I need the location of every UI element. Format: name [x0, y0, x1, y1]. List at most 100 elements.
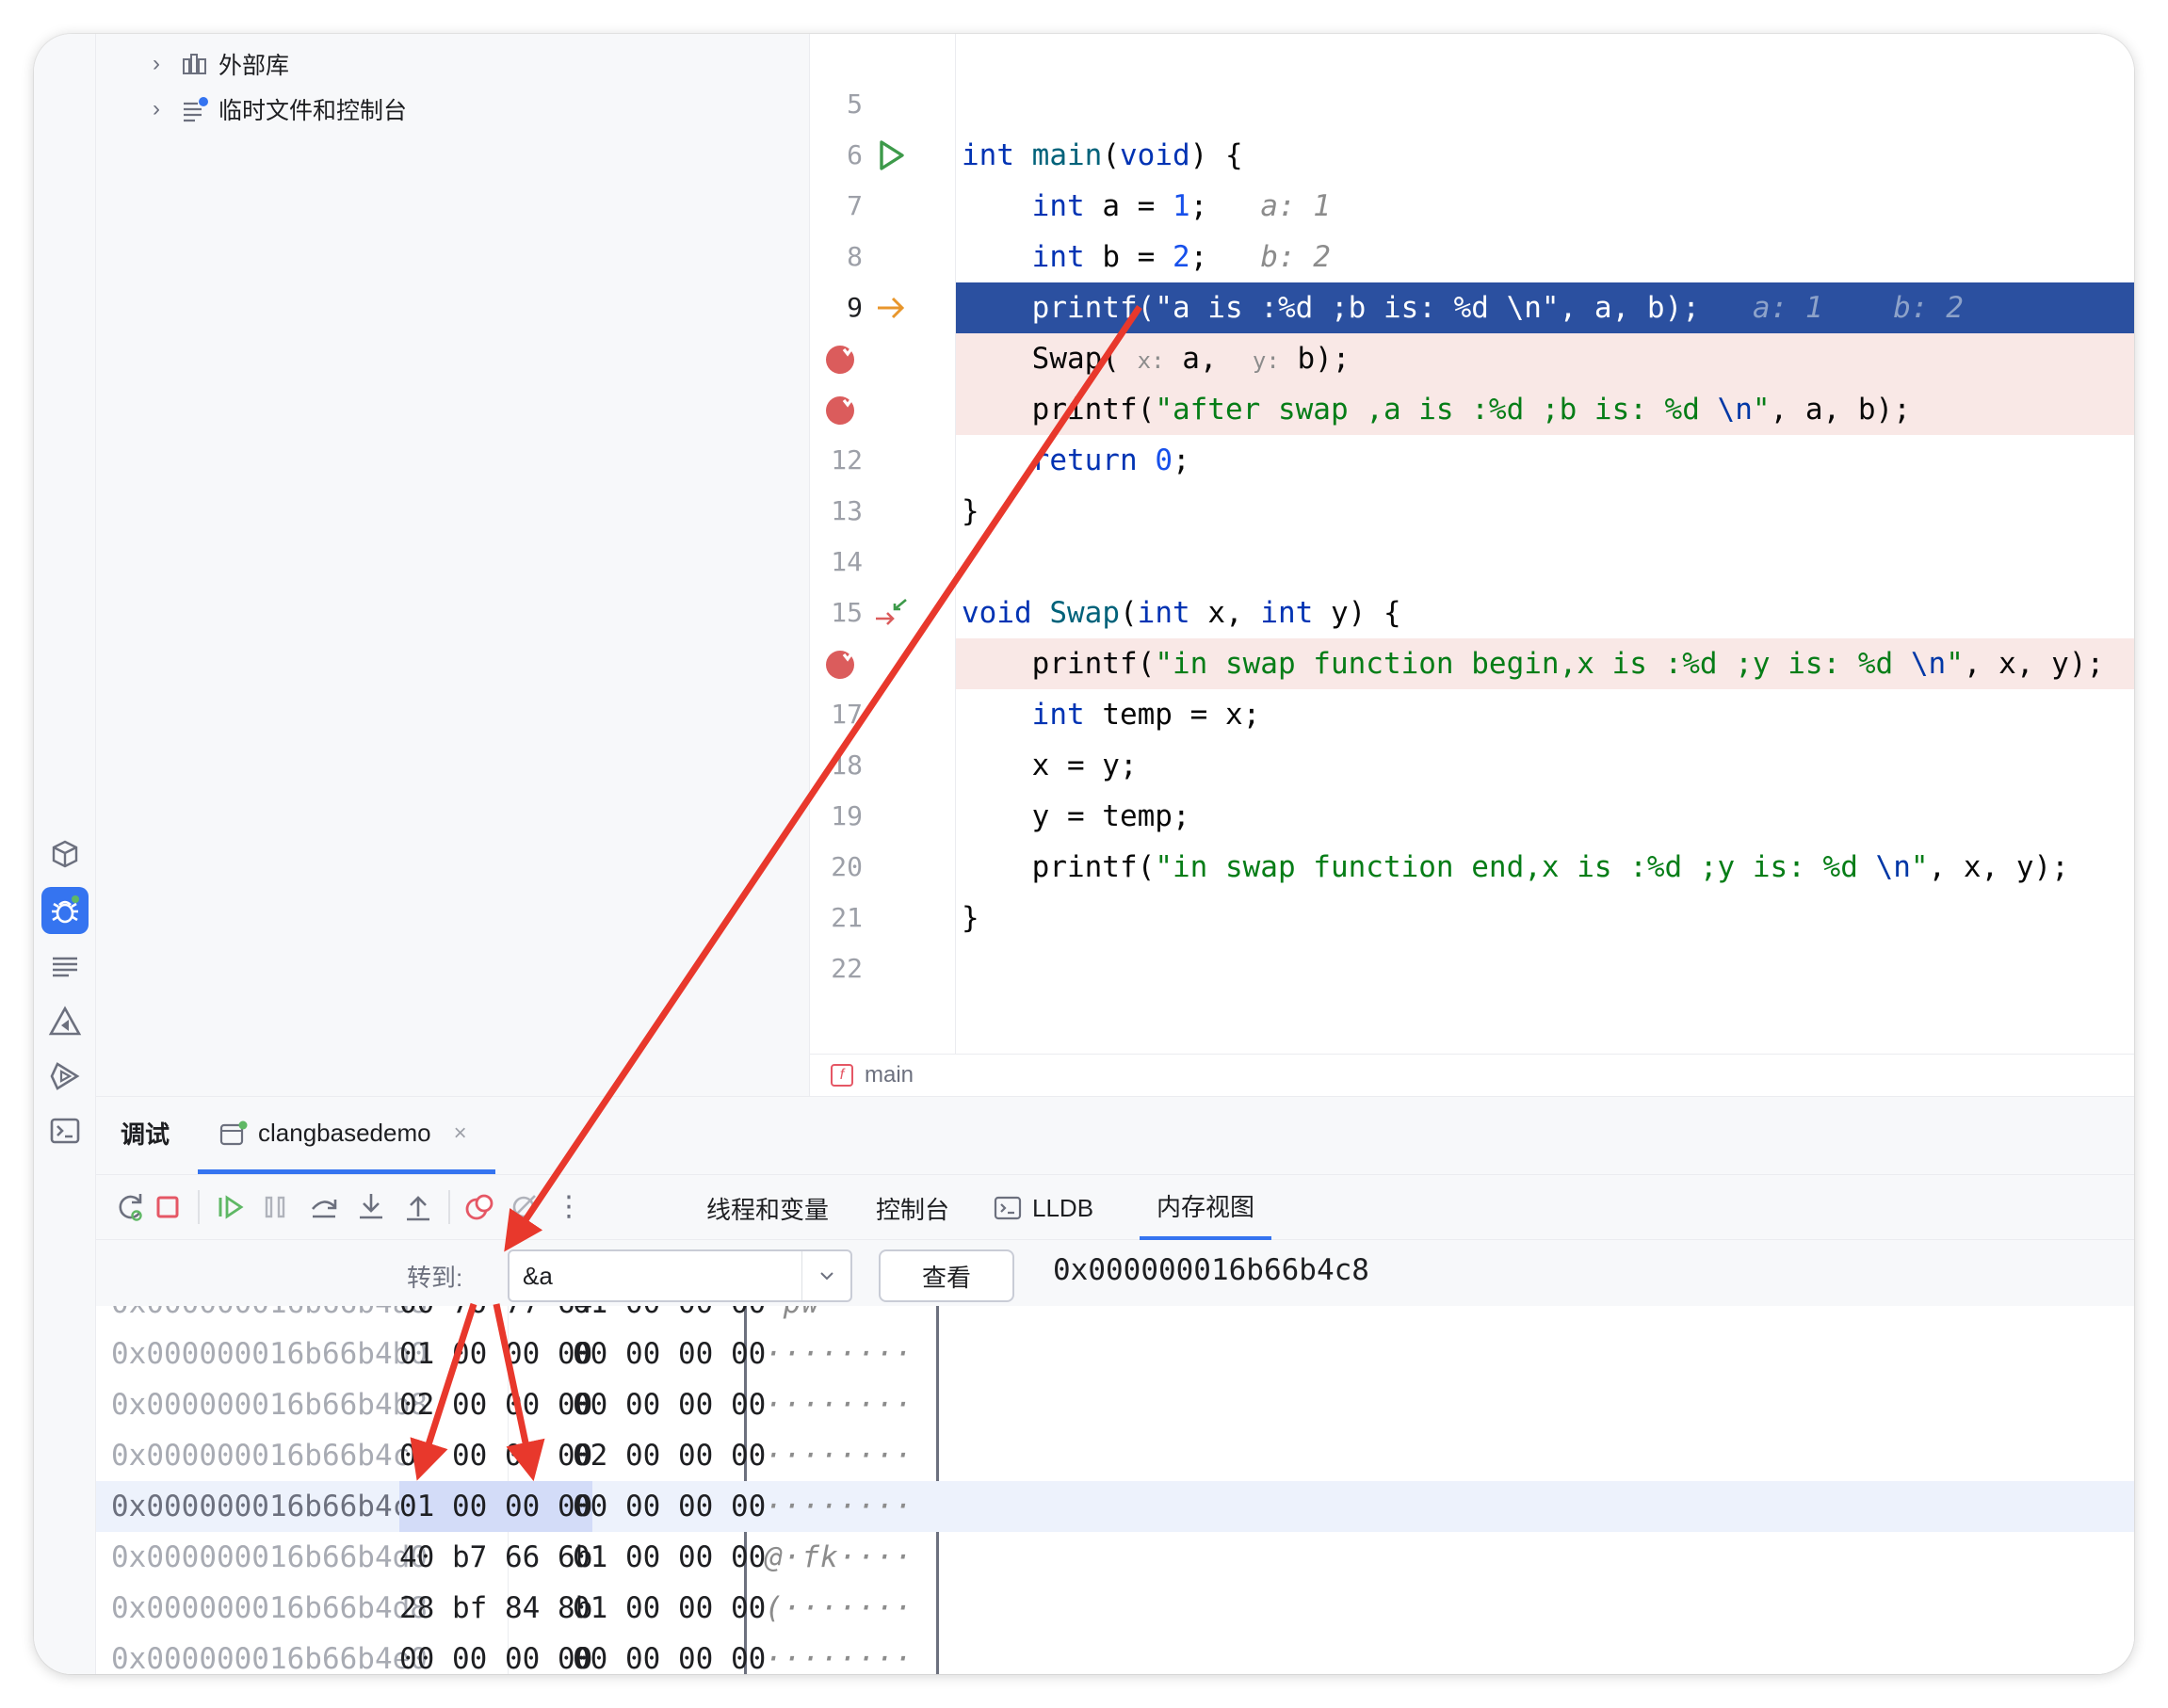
chevron-down-icon[interactable]: [801, 1251, 850, 1300]
code-line[interactable]: return 0;: [956, 435, 2134, 486]
code-token: main: [1031, 138, 1103, 172]
code-line[interactable]: void Swap(int x, int y) {: [956, 588, 2134, 638]
breadcrumb-function[interactable]: main: [865, 1062, 914, 1088]
tab-debug-session[interactable]: clangbasedemo ×: [198, 1097, 495, 1174]
code-editor[interactable]: int main(void) { int a = 1; a: 1 int b =…: [956, 34, 2134, 1054]
line-number: 6: [847, 139, 863, 170]
chevron-right-icon[interactable]: ›: [153, 51, 181, 77]
memory-row[interactable]: 0x000000016b66b4a800 70 77 6401 00 00 00…: [96, 1306, 2134, 1329]
tool-window-strip: [34, 34, 96, 1674]
memory-row[interactable]: 0x000000016b66b4d8 28 bf 84 8b 01 00 00 00…: [96, 1583, 2134, 1634]
code-line[interactable]: int b = 2; b: 2: [956, 232, 2134, 282]
memory-row[interactable]: 0x000000016b66b4c8 01 00 00 00 00 00 00 00…: [96, 1481, 2134, 1532]
rerun-icon[interactable]: [111, 1188, 149, 1226]
code-token: ) {: [1189, 138, 1243, 172]
editor-gutter[interactable]: 5 6 7 8 9 12 13 14 15 17 18 19 20 21 22: [810, 34, 956, 1054]
problems-icon[interactable]: [41, 998, 89, 1045]
breadcrumb[interactable]: f main: [810, 1054, 2134, 1096]
run-icon[interactable]: [872, 137, 910, 174]
memory-row[interactable]: 0x000000016b66b4d0 40 b7 66 6b 01 00 00 00…: [96, 1532, 2134, 1583]
code-token: , x, y);: [1928, 850, 2069, 884]
tree-item-external-libraries[interactable]: › 外部库: [153, 43, 289, 85]
code-token: int: [962, 138, 1014, 172]
code-token: b =: [1084, 240, 1173, 274]
code-line[interactable]: printf("in swap function end,x is :%d ;y…: [956, 842, 2134, 893]
code-token: "a is :%d ;b is: %d: [1155, 291, 1507, 325]
step-over-icon[interactable]: [305, 1188, 343, 1226]
goto-address-input[interactable]: &a: [508, 1249, 852, 1302]
step-into-icon[interactable]: [352, 1188, 390, 1226]
code-line[interactable]: [956, 537, 2134, 588]
memory-ascii: (·······: [765, 1591, 914, 1625]
breakpoint-icon[interactable]: [821, 645, 859, 683]
tab-lldb[interactable]: LLDB: [993, 1175, 1093, 1241]
code-token: printf(: [962, 291, 1156, 325]
memory-row[interactable]: 0x000000016b66b4b8 02 00 00 00 00 00 00 00…: [96, 1379, 2134, 1430]
code-line[interactable]: printf("in swap function begin,x is :%d …: [956, 638, 2134, 689]
tab-memory-view[interactable]: 内存视图: [1140, 1175, 1272, 1241]
code-token: }: [962, 901, 979, 935]
memory-ascii: ········: [765, 1439, 914, 1473]
code-line[interactable]: int main(void) {: [956, 130, 2134, 181]
memory-ascii: ·pw·····: [765, 1306, 913, 1329]
memory-row[interactable]: 0x000000016b66b4b0 01 00 00 00 00 00 00 00…: [96, 1329, 2134, 1379]
code-line[interactable]: int a = 1; a: 1: [956, 181, 2134, 232]
code-token: int: [1031, 698, 1085, 732]
run-tool-icon[interactable]: [41, 1053, 89, 1100]
memory-bytes: 00 00 00 00: [399, 1439, 593, 1473]
code-line[interactable]: }: [956, 486, 2134, 537]
toolbar-divider: [448, 1190, 450, 1224]
tab-threads-variables[interactable]: 线程和变量: [706, 1175, 829, 1241]
code-line[interactable]: Swap( x: a, y: b);: [956, 333, 2134, 384]
debug-tool-icon[interactable]: [41, 887, 89, 934]
memory-view[interactable]: 0x000000016b66b4a800 70 77 6401 00 00 00…: [96, 1306, 2134, 1674]
view-breakpoints-icon[interactable]: [460, 1188, 497, 1226]
structure-icon[interactable]: [41, 943, 89, 991]
code-line[interactable]: [956, 79, 2134, 130]
memory-bytes: 00 00 00 00: [573, 1388, 767, 1422]
memory-address: 0x000000016b66b4e0: [111, 1642, 428, 1674]
chevron-right-icon[interactable]: ›: [153, 96, 181, 122]
close-icon[interactable]: ×: [454, 1120, 467, 1147]
tab-console[interactable]: 控制台: [876, 1175, 949, 1241]
memory-row[interactable]: 0x000000016b66b4e0 00 00 00 00 00 00 00 00…: [96, 1634, 2134, 1674]
memory-ascii: ········: [765, 1388, 914, 1422]
code-token: , a, b);: [1770, 393, 1911, 427]
execution-point-icon[interactable]: [872, 289, 910, 327]
view-button[interactable]: 查看: [879, 1249, 1014, 1302]
code-line[interactable]: x = y;: [956, 740, 2134, 791]
code-token: Swap(: [962, 342, 1138, 376]
lldb-console-icon: [993, 1194, 1025, 1222]
memory-bytes: 00 00 00 00: [573, 1642, 767, 1674]
project-pane: › 外部库 › 临时文件和控制台: [96, 34, 810, 1096]
code-token: \n: [1717, 393, 1753, 427]
code-token: y = temp;: [962, 799, 1190, 833]
code-line[interactable]: printf("a is :%d ;b is: %d \n", a, b); a…: [956, 282, 2134, 333]
code-token: int: [1031, 240, 1085, 274]
memory-bytes: 28 bf 84 8b: [399, 1591, 593, 1625]
tree-item-scratches[interactable]: › 临时文件和控制台: [153, 89, 407, 130]
terminal-icon[interactable]: [41, 1107, 89, 1154]
memory-row[interactable]: 0x000000016b66b4c0 00 00 00 00 02 00 00 00…: [96, 1430, 2134, 1481]
breakpoint-icon[interactable]: [821, 340, 859, 378]
more-options-icon[interactable]: ⋮: [550, 1188, 588, 1226]
services-icon[interactable]: [41, 830, 89, 878]
code-line[interactable]: printf("after swap ,a is :%d ;b is: %d \…: [956, 384, 2134, 435]
breakpoint-icon[interactable]: [821, 391, 859, 428]
code-token: int: [1137, 596, 1190, 630]
memory-bytes: 00 00 00 00: [573, 1337, 767, 1371]
memory-ascii: ········: [765, 1490, 914, 1523]
code-line[interactable]: }: [956, 893, 2134, 943]
code-line[interactable]: y = temp;: [956, 791, 2134, 842]
implements-icon[interactable]: [872, 594, 910, 632]
code-token: }: [962, 494, 979, 528]
stop-icon[interactable]: [149, 1188, 186, 1226]
resume-icon[interactable]: [211, 1188, 249, 1226]
mute-breakpoints-icon[interactable]: [505, 1188, 542, 1226]
code-token: int: [1260, 596, 1314, 630]
code-line[interactable]: [956, 943, 2134, 994]
code-line[interactable]: int temp = x;: [956, 689, 2134, 740]
pause-icon[interactable]: [256, 1188, 294, 1226]
step-out-icon[interactable]: [399, 1188, 437, 1226]
